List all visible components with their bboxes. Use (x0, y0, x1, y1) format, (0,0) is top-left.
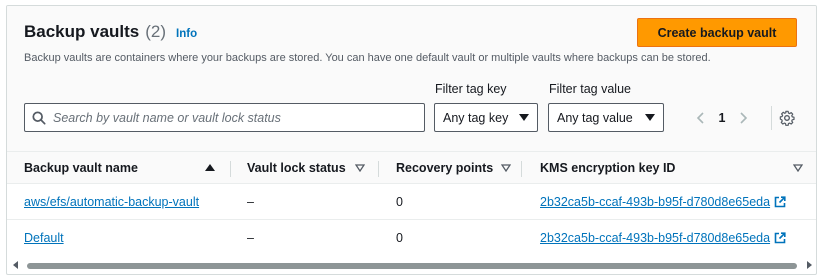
vault-count: (2) (145, 22, 167, 41)
kms-key-link[interactable]: 2b32ca5b-ccaf-493b-b95f-d780d8e65eda (540, 231, 770, 245)
page-title: Backup vaults (24, 22, 140, 41)
external-link-icon[interactable] (774, 231, 786, 244)
panel-description: Backup vaults are containers where your … (24, 52, 711, 64)
scroll-left-icon[interactable] (13, 261, 18, 269)
search-box[interactable] (24, 103, 425, 132)
vault-name-link[interactable]: Default (24, 231, 64, 245)
title-row: Backup vaults (2) Info (24, 22, 197, 42)
panel-header: Backup vaults (2) Info Backup vaults are… (7, 6, 816, 151)
vault-name-link[interactable]: aws/efs/automatic-backup-vault (24, 195, 199, 209)
table-row: aws/efs/automatic-backup-vault – 0 2b32c… (7, 184, 816, 220)
column-header-vault-lock-status[interactable]: Vault lock status (247, 152, 367, 183)
external-link-icon[interactable] (774, 195, 786, 208)
column-divider (230, 161, 231, 177)
horizontal-scrollbar[interactable] (7, 255, 816, 273)
search-input[interactable] (53, 104, 424, 131)
sort-ascending-icon (205, 164, 215, 171)
chevron-left-icon[interactable] (691, 108, 711, 128)
scrollbar-thumb[interactable] (27, 263, 797, 269)
filter-tag-value-label: Filter tag value (549, 82, 631, 96)
sort-icon (501, 164, 511, 172)
filter-tag-value-value: Any tag value (557, 110, 633, 125)
column-header-recovery-points[interactable]: Recovery points (396, 152, 516, 183)
chevron-right-icon[interactable] (733, 108, 753, 128)
column-divider (521, 161, 522, 177)
filter-tag-key-value: Any tag key (443, 110, 509, 125)
pager-divider (771, 106, 772, 130)
backup-vaults-panel: Backup vaults (2) Info Backup vaults are… (6, 5, 817, 275)
table-row: Default – 0 2b32ca5b-ccaf-493b-b95f-d780… (7, 220, 816, 256)
scroll-right-icon[interactable] (807, 261, 812, 269)
filter-tag-key-label: Filter tag key (435, 82, 507, 96)
column-divider (378, 161, 379, 177)
recovery-points: 0 (396, 194, 403, 209)
recovery-points: 0 (396, 230, 403, 245)
vault-lock-status: – (247, 230, 254, 245)
sort-icon (355, 164, 365, 172)
filter-tag-key-select[interactable]: Any tag key (434, 103, 538, 132)
search-icon (25, 104, 53, 131)
caret-down-icon (645, 114, 655, 121)
page-number-current[interactable]: 1 (711, 111, 733, 125)
column-header-kms-encryption-key-id[interactable]: KMS encryption key ID (540, 152, 810, 183)
pagination: 1 (691, 108, 753, 128)
vault-lock-status: – (247, 194, 254, 209)
caret-down-icon (519, 114, 529, 121)
kms-key-link[interactable]: 2b32ca5b-ccaf-493b-b95f-d780d8e65eda (540, 195, 770, 209)
create-backup-vault-button[interactable]: Create backup vault (637, 18, 797, 47)
vaults-table: Backup vault name Vault lock status Reco… (7, 151, 816, 256)
info-link[interactable]: Info (176, 28, 197, 40)
filter-tag-value-select[interactable]: Any tag value (548, 103, 664, 132)
gear-icon[interactable] (777, 108, 797, 128)
table-header: Backup vault name Vault lock status Reco… (7, 151, 816, 184)
column-header-backup-vault-name[interactable]: Backup vault name (24, 152, 220, 183)
sort-icon (793, 164, 803, 172)
